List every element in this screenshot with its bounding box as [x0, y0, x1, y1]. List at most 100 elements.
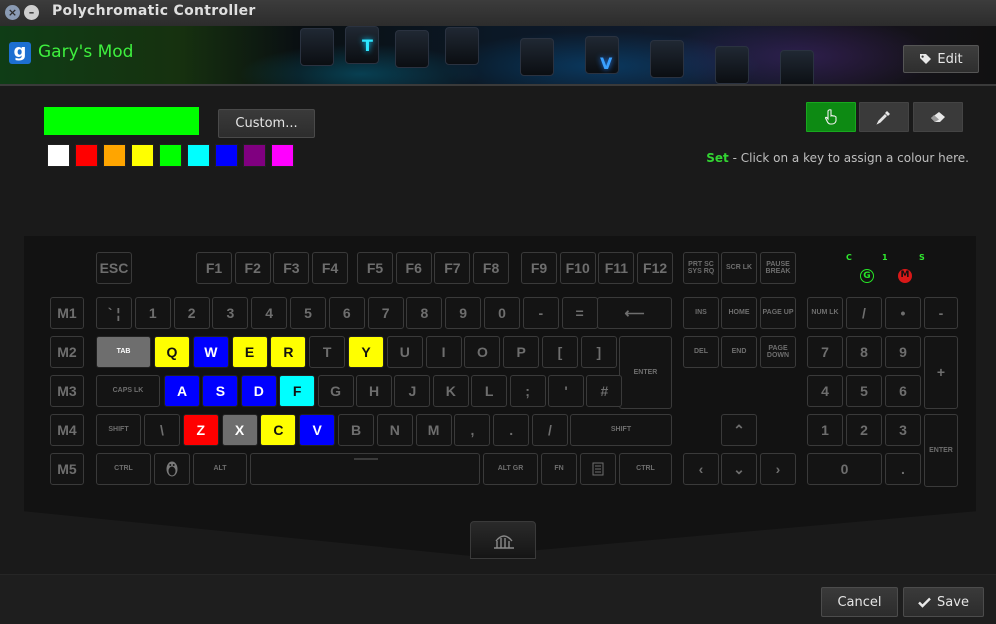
- key-k[interactable]: K: [432, 375, 469, 407]
- key-right[interactable]: ›: [760, 453, 796, 485]
- key-h[interactable]: H: [356, 375, 392, 407]
- key-space[interactable]: [250, 453, 480, 485]
- key-enter[interactable]: ENTER: [619, 336, 672, 409]
- custom-color-button[interactable]: Custom...: [218, 109, 315, 138]
- key-z[interactable]: Z: [182, 414, 219, 446]
- key-nenter[interactable]: ENTER: [924, 414, 958, 487]
- key-d9[interactable]: 9: [445, 297, 482, 329]
- key-ins[interactable]: INS: [683, 297, 719, 329]
- key-t[interactable]: T: [309, 336, 346, 368]
- key-up[interactable]: ⌃: [721, 414, 757, 446]
- key-f12[interactable]: F12: [637, 252, 674, 284]
- key-d0[interactable]: 0: [484, 297, 520, 329]
- erase-tool-button[interactable]: [913, 102, 963, 132]
- key-pgdn[interactable]: PAGE DOWN: [760, 336, 796, 368]
- color-swatch[interactable]: [187, 144, 210, 167]
- key-nminus[interactable]: -: [924, 297, 958, 329]
- color-swatch[interactable]: [47, 144, 70, 167]
- key-o[interactable]: O: [464, 336, 501, 368]
- key-tab[interactable]: TAB: [96, 336, 151, 368]
- key-f6[interactable]: F6: [395, 252, 432, 284]
- save-button[interactable]: Save: [903, 587, 984, 617]
- color-swatch[interactable]: [215, 144, 238, 167]
- key-x[interactable]: X: [221, 414, 258, 446]
- key-d1[interactable]: 1: [134, 297, 171, 329]
- key-w[interactable]: W: [192, 336, 229, 368]
- key-m[interactable]: M: [415, 414, 452, 446]
- key-lalt[interactable]: ALT: [193, 453, 247, 485]
- key-d7[interactable]: 7: [367, 297, 404, 329]
- key-super[interactable]: [154, 453, 190, 485]
- key-e[interactable]: E: [231, 336, 268, 368]
- key-n1[interactable]: 1: [807, 414, 843, 446]
- key-d4[interactable]: 4: [251, 297, 288, 329]
- key-a[interactable]: A: [164, 375, 200, 407]
- key-n5[interactable]: 5: [846, 375, 882, 407]
- key-menu[interactable]: [580, 453, 616, 485]
- key-rbr[interactable]: ]: [580, 336, 617, 368]
- key-f3[interactable]: F3: [273, 252, 310, 284]
- key-slash[interactable]: /: [532, 414, 568, 446]
- key-n0[interactable]: 0: [807, 453, 882, 485]
- key-m3[interactable]: M3: [50, 375, 84, 407]
- key-quote[interactable]: ': [548, 375, 584, 407]
- key-y[interactable]: Y: [348, 336, 384, 368]
- key-pause[interactable]: PAUSE BREAK: [760, 252, 796, 284]
- color-swatch[interactable]: [103, 144, 126, 167]
- key-f8[interactable]: F8: [473, 252, 510, 284]
- key-hash[interactable]: #: [586, 375, 623, 407]
- key-bslash[interactable]: \: [144, 414, 180, 446]
- key-scrlk[interactable]: SCR LK: [721, 252, 757, 284]
- key-prtsc[interactable]: PRT SC SYS RQ: [683, 252, 719, 284]
- key-d8[interactable]: 8: [406, 297, 443, 329]
- key-n3[interactable]: 3: [885, 414, 921, 446]
- key-caps[interactable]: CAPS LK: [96, 375, 160, 407]
- key-l[interactable]: L: [471, 375, 508, 407]
- key-f9[interactable]: F9: [521, 252, 557, 284]
- key-nslash[interactable]: /: [846, 297, 882, 329]
- key-grave[interactable]: ` ¦: [96, 297, 132, 329]
- key-n[interactable]: N: [376, 414, 413, 446]
- key-left[interactable]: ‹: [683, 453, 719, 485]
- window-minimize-button[interactable]: –: [24, 5, 39, 20]
- color-swatch[interactable]: [243, 144, 266, 167]
- key-p[interactable]: P: [503, 336, 540, 368]
- key-comma[interactable]: ,: [454, 414, 491, 446]
- key-f5[interactable]: F5: [357, 252, 393, 284]
- key-ndot[interactable]: .: [885, 453, 921, 485]
- key-n2[interactable]: 2: [846, 414, 882, 446]
- key-esc[interactable]: ESC: [96, 252, 132, 284]
- key-nstar[interactable]: •: [885, 297, 921, 329]
- game-led-icon[interactable]: G: [860, 269, 874, 283]
- key-n6[interactable]: 6: [885, 375, 921, 407]
- key-i[interactable]: I: [425, 336, 462, 368]
- macro-led-icon[interactable]: M: [898, 269, 912, 283]
- key-s[interactable]: S: [202, 375, 239, 407]
- key-nplus[interactable]: +: [924, 336, 958, 409]
- key-altgr[interactable]: ALT GR: [483, 453, 538, 485]
- key-m5[interactable]: M5: [50, 453, 84, 485]
- key-b[interactable]: B: [338, 414, 374, 446]
- key-fn[interactable]: FN: [541, 453, 577, 485]
- color-swatch[interactable]: [271, 144, 294, 167]
- key-u[interactable]: U: [386, 336, 423, 368]
- cancel-button[interactable]: Cancel: [821, 587, 898, 617]
- edit-button[interactable]: Edit: [903, 45, 979, 73]
- color-swatch[interactable]: [159, 144, 182, 167]
- key-c[interactable]: C: [260, 414, 297, 446]
- color-swatch[interactable]: [131, 144, 154, 167]
- key-f1[interactable]: F1: [196, 252, 232, 284]
- key-period[interactable]: .: [493, 414, 530, 446]
- key-pgup[interactable]: PAGE UP: [760, 297, 796, 329]
- key-d[interactable]: D: [240, 375, 277, 407]
- key-m2[interactable]: M2: [50, 336, 84, 368]
- key-d6[interactable]: 6: [328, 297, 365, 329]
- key-v[interactable]: V: [299, 414, 336, 446]
- key-lctrl[interactable]: CTRL: [96, 453, 151, 485]
- key-down[interactable]: ⌄: [721, 453, 757, 485]
- key-rctrl[interactable]: CTRL: [619, 453, 672, 485]
- key-equal[interactable]: =: [561, 297, 598, 329]
- key-rshift[interactable]: SHIFT: [570, 414, 672, 446]
- pick-tool-button[interactable]: [859, 102, 909, 132]
- color-swatch[interactable]: [75, 144, 98, 167]
